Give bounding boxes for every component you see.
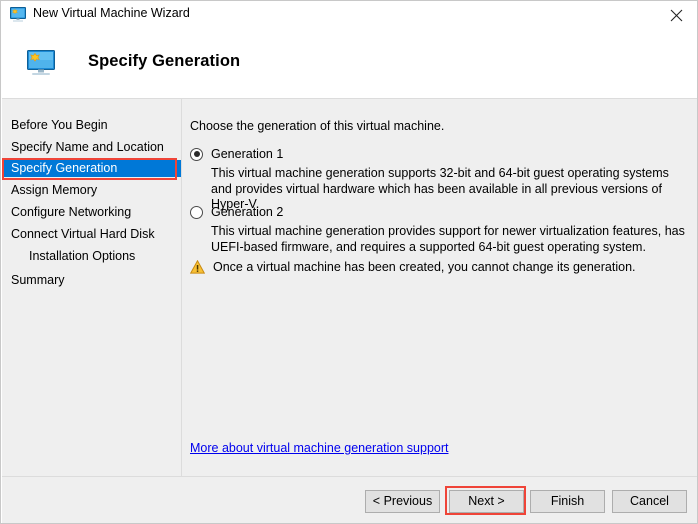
generation-2-label: Generation 2 xyxy=(211,205,284,219)
sidebar-item-configure-networking[interactable]: Configure Networking xyxy=(2,204,181,221)
more-about-generation-support-link[interactable]: More about virtual machine generation su… xyxy=(190,441,448,455)
radio-button-generation-2[interactable] xyxy=(190,205,203,219)
close-button[interactable] xyxy=(654,1,697,29)
wizard-content-pane: Choose the generation of this virtual ma… xyxy=(183,99,697,476)
window-title: New Virtual Machine Wizard xyxy=(33,6,190,20)
new-virtual-machine-wizard-window: New Virtual Machine Wizard Specify Gener… xyxy=(0,0,698,524)
close-icon xyxy=(670,9,683,21)
generation-1-label: Generation 1 xyxy=(211,147,284,161)
sidebar-item-connect-virtual-hard-disk[interactable]: Connect Virtual Hard Disk xyxy=(2,226,181,243)
radio-button-generation-1[interactable] xyxy=(190,147,203,161)
sidebar-item-before-you-begin[interactable]: Before You Begin xyxy=(2,117,181,134)
generation-warning: Once a virtual machine has been created,… xyxy=(189,259,680,279)
wizard-body: Before You Begin Specify Name and Locati… xyxy=(2,98,697,476)
wizard-footer: < Previous Next > Finish Cancel xyxy=(2,476,697,523)
warning-triangle-icon xyxy=(189,259,206,279)
content-instruction: Choose the generation of this virtual ma… xyxy=(190,119,445,133)
sidebar-item-specify-name-location[interactable]: Specify Name and Location xyxy=(2,139,181,156)
generation-2-description: This virtual machine generation provides… xyxy=(211,224,685,254)
generation-2-radio-row[interactable]: Generation 2 xyxy=(190,203,684,221)
sidebar-item-assign-memory[interactable]: Assign Memory xyxy=(2,182,181,199)
generation-1-radio-row[interactable]: Generation 1 xyxy=(190,145,684,163)
title-bar: New Virtual Machine Wizard xyxy=(1,1,697,29)
sidebar-item-installation-options[interactable]: Installation Options xyxy=(2,248,181,265)
wizard-step-navigation: Before You Begin Specify Name and Locati… xyxy=(2,99,182,476)
sidebar-item-specify-generation[interactable]: Specify Generation xyxy=(2,160,181,177)
virtual-machine-monitor-icon xyxy=(25,48,57,78)
sidebar-item-summary[interactable]: Summary xyxy=(2,272,181,289)
next-button[interactable]: Next > xyxy=(449,490,524,513)
generation-2-option: Generation 2 This virtual machine genera… xyxy=(190,203,685,255)
finish-button[interactable]: Finish xyxy=(530,490,605,513)
wizard-header: Specify Generation xyxy=(2,29,697,98)
page-title: Specify Generation xyxy=(88,52,241,70)
virtual-machine-monitor-icon xyxy=(10,7,26,22)
cancel-button[interactable]: Cancel xyxy=(612,490,687,513)
warning-message: Once a virtual machine has been created,… xyxy=(213,260,636,274)
previous-button[interactable]: < Previous xyxy=(365,490,440,513)
